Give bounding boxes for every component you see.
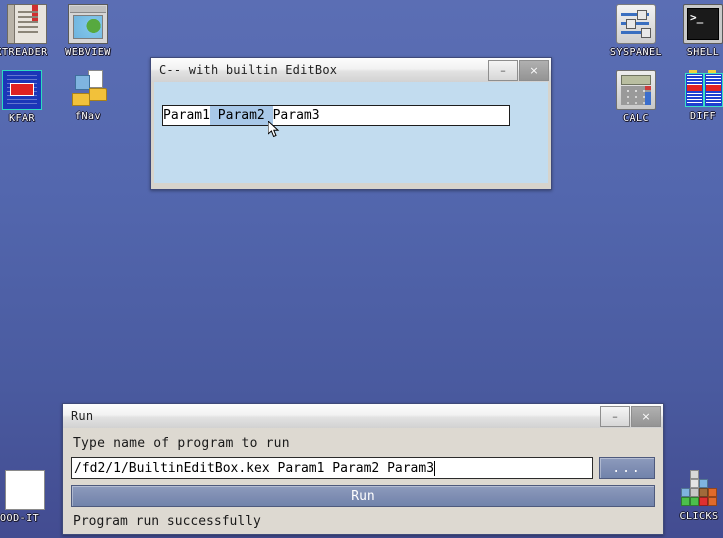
run-command-input[interactable]: /fd2/1/BuiltinEditBox.kex Param1 Param2 … — [71, 457, 593, 479]
desktop-icon-label: FLOOD-IT — [0, 513, 40, 524]
run-button[interactable]: Run — [71, 485, 655, 507]
desktop-icon-kfar[interactable]: KFAR — [0, 70, 53, 124]
desktop-icon-shell[interactable]: SHELL — [672, 4, 723, 58]
edit-text-after: Param3 — [272, 108, 320, 123]
desktop-icon-clicks[interactable]: CLICKS — [668, 470, 723, 522]
run-command-value: /fd2/1/BuiltinEditBox.kex Param1 Param2 … — [74, 460, 435, 476]
desktop-icon-flood-it[interactable]: FLOOD-IT — [0, 470, 56, 524]
calculator-icon — [616, 70, 656, 110]
terminal-icon — [683, 4, 723, 44]
editbox-titlebar[interactable]: C-- with builtin EditBox – × — [151, 58, 551, 83]
desktop-icon-label: WEBVIEW — [65, 47, 111, 58]
desktop-icon-label: KFAR — [8, 113, 36, 124]
minimize-button[interactable]: – — [600, 406, 630, 427]
editbox-window-body: Param1 Param2 Param3 — [151, 82, 551, 189]
run-command-row: /fd2/1/BuiltinEditBox.kex Param1 Param2 … — [71, 457, 655, 479]
webview-window-icon — [68, 4, 108, 44]
desktop-icon-label: SYSPANEL — [609, 47, 663, 58]
run-prompt-label: Type name of program to run — [73, 436, 290, 451]
desktop-icon-syspanel[interactable]: SYSPANEL — [605, 4, 667, 58]
text-caret — [434, 460, 436, 476]
close-button[interactable]: × — [519, 60, 549, 81]
edit-text-selection: Param2 — [209, 106, 273, 125]
param-edit-input[interactable]: Param1 Param2 Param3 — [162, 105, 510, 126]
folders-icon — [69, 70, 107, 108]
color-grid-icon — [5, 470, 45, 510]
editbox-window-controls: – × — [488, 60, 549, 81]
desktop-icon-label: DIFF — [689, 111, 717, 122]
desktop-icon-label: SHELL — [686, 47, 720, 58]
desktop-icon-label: fNav — [74, 111, 102, 122]
desktop-icon-txtreader[interactable]: TXTREADER — [0, 4, 58, 58]
desktop-icon-fnav[interactable]: fNav — [57, 70, 119, 122]
editbox-window-title: C-- with builtin EditBox — [159, 63, 338, 77]
desktop-icon-label: TXTREADER — [0, 47, 48, 58]
run-window-title: Run — [71, 409, 94, 423]
book-icon — [7, 4, 47, 44]
edit-text-before: Param1 — [163, 108, 210, 123]
run-window-controls: – × — [600, 406, 661, 427]
tetris-blocks-icon — [680, 470, 718, 508]
run-titlebar[interactable]: Run – × — [63, 404, 663, 429]
browse-button[interactable]: ... — [599, 457, 655, 479]
minimize-button[interactable]: – — [488, 60, 518, 81]
editbox-window: C-- with builtin EditBox – × Param1 Para… — [150, 57, 552, 190]
run-status-text: Program run successfully — [73, 514, 261, 529]
desktop-icon-calc[interactable]: CALC — [605, 70, 667, 124]
desktop-icon-label: CLICKS — [679, 511, 719, 522]
desktop-icon-webview[interactable]: WEBVIEW — [57, 4, 119, 58]
run-window-body: Type name of program to run /fd2/1/Built… — [63, 428, 663, 534]
diff-tables-icon — [684, 70, 723, 108]
close-button[interactable]: × — [631, 406, 661, 427]
desktop-icon-label: CALC — [622, 113, 650, 124]
run-window: Run – × Type name of program to run /fd2… — [62, 403, 664, 535]
desktop-icon-diff[interactable]: DIFF — [672, 70, 723, 122]
kfar-icon — [2, 70, 42, 110]
desktop: TXTREADER WEBVIEW KFAR fNav SYSPANEL SHE… — [0, 0, 723, 538]
sliders-icon — [616, 4, 656, 44]
